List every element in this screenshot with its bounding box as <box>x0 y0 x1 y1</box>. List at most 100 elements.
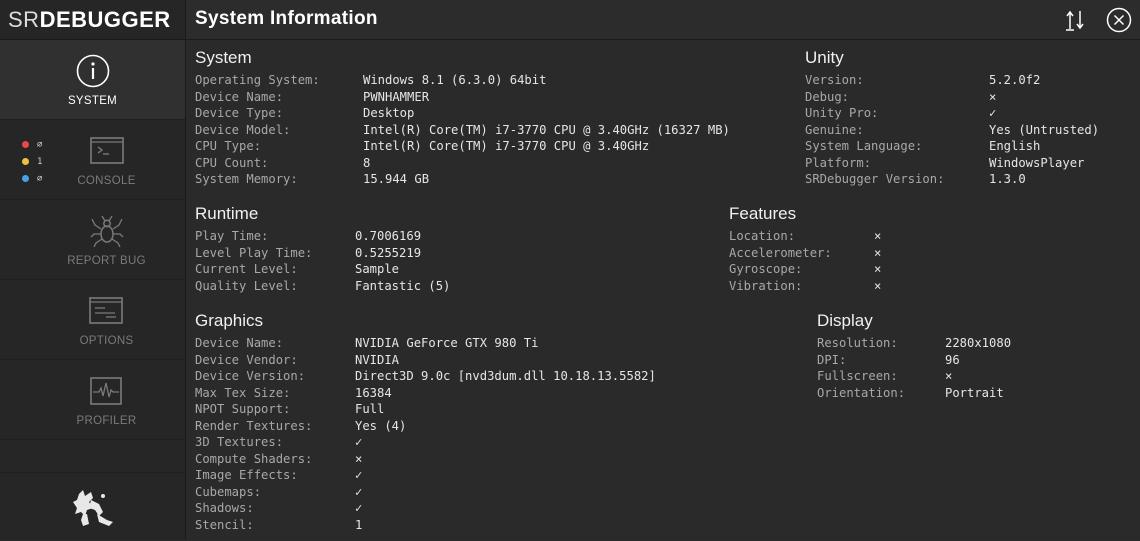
section-title: Runtime <box>195 204 259 223</box>
info-value: WindowsPlayer <box>989 155 1085 170</box>
info-value: 2280x1080 <box>945 336 1012 350</box>
warning-count-value: 1 <box>37 156 43 167</box>
info-value: × <box>945 369 953 383</box>
info-row: Device Name: PWNHAMMER <box>195 89 730 106</box>
console-counts: ⌀ 1 ⌀ <box>22 136 42 187</box>
tab-options[interactable]: OPTIONS <box>0 280 185 360</box>
info-value: × <box>874 229 882 243</box>
info-value: ✓ <box>355 501 363 515</box>
info-row: SRDebugger Version: 1.3.0 <box>805 171 1099 188</box>
info-value: Windows 8.1 (6.3.0) 64bit <box>363 73 547 87</box>
info-label: NPOT Support: <box>195 402 291 416</box>
error-count-value: ⌀ <box>37 139 43 150</box>
info-row: Genuine: Yes (Untrusted) <box>805 122 1099 139</box>
error-dot-icon <box>22 141 29 148</box>
info-row: Quality Level: Fantastic (5) <box>195 278 450 295</box>
info-label: Debug: <box>805 89 850 104</box>
info-row: DPI: 96 <box>817 352 1011 369</box>
profiler-icon <box>90 376 123 405</box>
info-row: Render Textures: Yes (4) <box>195 418 656 435</box>
info-label: Current Level: <box>195 262 298 276</box>
info-value: × <box>874 245 882 260</box>
info-value: ✓ <box>355 484 363 499</box>
tab-profiler-label: PROFILER <box>76 414 137 427</box>
page-title: System Information <box>195 8 378 29</box>
options-icon <box>89 296 124 324</box>
info-label: Level Play Time: <box>195 245 313 260</box>
info-value: 96 <box>945 352 960 367</box>
info-value: 8 <box>363 155 371 170</box>
info-icon <box>76 54 109 87</box>
tab-profiler[interactable]: PROFILER <box>0 360 185 440</box>
info-label: Stencil: <box>195 517 254 532</box>
info-row: Level Play Time: 0.5255219 <box>195 245 450 262</box>
info-label: Unity Pro: <box>805 106 879 120</box>
info-label: Operating System: <box>195 73 320 87</box>
info-value: × <box>989 89 997 104</box>
section-features: Features Location: × Accelerometer: × Gyrosco… <box>729 202 881 294</box>
info-label: Max Tex Size: <box>195 385 291 400</box>
info-row: Image Effects: ✓ <box>195 467 656 484</box>
info-label: System Memory: <box>195 172 298 186</box>
srdebugger-logo: SR DEBUGGER <box>0 0 185 40</box>
info-row: Debug: × <box>805 89 1099 106</box>
info-label: Genuine: <box>805 122 864 137</box>
info-label: System Language: <box>805 139 923 153</box>
info-label: Image Effects: <box>195 468 298 482</box>
swap-arrows-icon <box>1066 10 1084 31</box>
section-title: Graphics <box>195 311 264 330</box>
info-count-value: ⌀ <box>37 173 43 184</box>
logo-part-debugger: DEBUGGER <box>39 6 171 32</box>
tab-console-label: CONSOLE <box>77 174 136 187</box>
info-row: Device Model: Intel(R) Core(TM) i7-3770 C… <box>195 122 730 139</box>
info-label: Location: <box>729 229 796 243</box>
tab-system[interactable]: SYSTEM <box>0 40 185 120</box>
tab-report-bug-label: REPORT BUG <box>67 254 146 267</box>
info-value: 1 <box>355 517 363 532</box>
info-label: Device Name: <box>195 336 284 350</box>
info-label: Vibration: <box>729 278 803 293</box>
info-row: Device Vendor: NVIDIA <box>195 352 656 369</box>
tab-report-bug[interactable]: REPORT BUG <box>0 200 185 280</box>
info-value: Intel(R) Core(TM) i7-3770 CPU @ 3.40GHz … <box>363 122 730 137</box>
info-label: Cubemaps: <box>195 484 262 499</box>
info-row: System Memory: 15.944 GB <box>195 171 730 188</box>
info-label: Accelerometer: <box>729 245 832 260</box>
pin-toggle-button[interactable] <box>1062 7 1088 33</box>
info-row: Play Time: 0.7006169 <box>195 228 450 245</box>
info-value: Yes (Untrusted) <box>989 122 1100 137</box>
info-row: Device Version: Direct3D 9.0c [nvd3dum.dl… <box>195 368 656 385</box>
info-label: Play Time: <box>195 229 269 243</box>
info-row: Gyroscope: × <box>729 261 881 278</box>
info-value: Intel(R) Core(TM) i7-3770 CPU @ 3.40GHz <box>363 139 650 153</box>
close-icon <box>1106 7 1132 33</box>
info-label: CPU Count: <box>195 155 269 170</box>
info-row: Shadows: ✓ <box>195 500 656 517</box>
info-row: Fullscreen: × <box>817 368 1011 385</box>
info-value: ✓ <box>989 106 997 120</box>
info-value: 1.3.0 <box>989 172 1026 186</box>
info-row: Resolution: 2280x1080 <box>817 335 1011 352</box>
info-row: NPOT Support: Full <box>195 401 656 418</box>
info-label: DPI: <box>817 352 847 367</box>
info-label: CPU Type: <box>195 139 262 153</box>
info-dot-icon <box>22 175 29 182</box>
section-title: Unity <box>805 48 844 67</box>
info-value: × <box>874 262 882 276</box>
info-row: Compute Shaders: × <box>195 451 656 468</box>
info-row: Vibration: × <box>729 278 881 295</box>
info-row: Cubemaps: ✓ <box>195 484 656 501</box>
info-label: Shadows: <box>195 501 254 515</box>
info-label: Version: <box>805 73 864 87</box>
close-button[interactable] <box>1106 7 1132 33</box>
info-label: Render Textures: <box>195 418 313 433</box>
info-label: Orientation: <box>817 385 906 400</box>
info-value: 16384 <box>355 385 392 400</box>
section-runtime: Runtime Play Time: 0.7006169 Level Play Tim… <box>195 202 450 294</box>
info-label: Device Type: <box>195 106 284 120</box>
info-row: Current Level: Sample <box>195 261 450 278</box>
info-value: NVIDIA <box>355 352 400 367</box>
info-row: Device Name: NVIDIA GeForce GTX 980 Ti <box>195 335 656 352</box>
info-label: Device Model: <box>195 122 291 137</box>
info-row: System Language: English <box>805 138 1099 155</box>
